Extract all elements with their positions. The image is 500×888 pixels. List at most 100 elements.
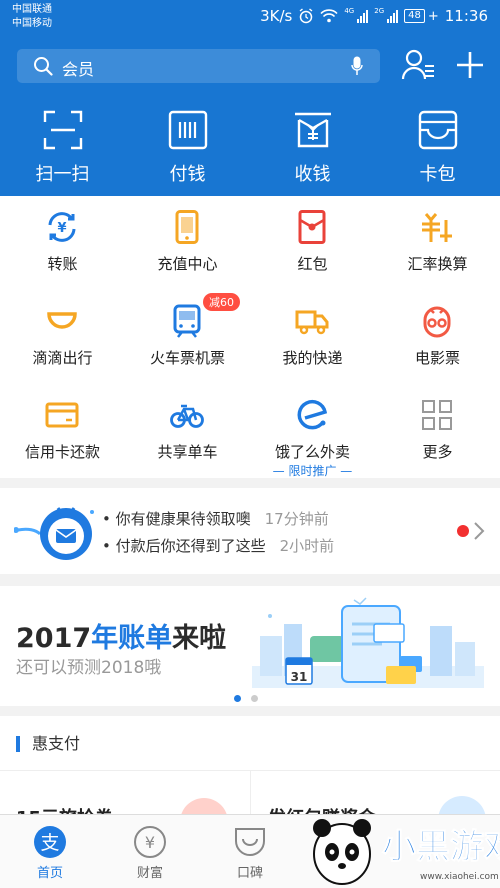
scan-label: 扫一扫 [35, 164, 90, 185]
card-wallet-icon [418, 110, 457, 150]
train-icon [173, 304, 201, 338]
app-red-packet[interactable]: 红包 [250, 196, 375, 288]
didi-icon [47, 312, 77, 329]
carousel-dot-active[interactable] [234, 695, 241, 702]
app-label: 火车票机票 [149, 349, 225, 367]
tab-label: 口碑 [236, 866, 263, 881]
app-transfer[interactable]: ¥ 转账 [0, 196, 125, 288]
scan-icon [43, 110, 82, 150]
credit-card-icon [45, 402, 79, 428]
app-recharge-center[interactable]: 充值中心 [125, 196, 250, 288]
carrier-name-1: 中国联通 [12, 4, 52, 15]
receive-money-icon [294, 112, 331, 148]
app-eleme[interactable]: 饿了么外卖 — 限时推广 — [250, 384, 375, 478]
bill-illustration: 31 [252, 597, 484, 688]
microphone-icon[interactable] [351, 56, 363, 76]
koubei-icon [235, 828, 265, 856]
card-wallet-button[interactable]: 卡包 [375, 110, 500, 186]
app-label: 滴滴出行 [32, 349, 93, 367]
delivery-truck-icon [295, 310, 329, 335]
promo-tag: — 限时推广 — [272, 464, 353, 478]
home-pay-icon: 支 [34, 826, 66, 858]
app-movie-tickets[interactable]: 电影票 [375, 290, 500, 382]
more-grid-icon [422, 400, 452, 430]
bicycle-icon [170, 404, 204, 428]
tab-koubei[interactable]: 口碑 [200, 825, 300, 881]
signal-strength-1-icon [357, 9, 369, 23]
banner-highlight: 年账单 [91, 623, 173, 654]
network-type-2: 2G [374, 7, 385, 15]
chevron-right-icon[interactable] [473, 521, 485, 541]
app-label: 更多 [422, 443, 453, 461]
red-packet-icon [298, 210, 326, 244]
transfer-icon: ¥ [48, 212, 76, 242]
app-didi[interactable]: 滴滴出行 [0, 290, 125, 382]
alarm-icon [299, 8, 313, 24]
eleme-icon [297, 399, 328, 430]
app-credit-card-repay[interactable]: 信用卡还款 [0, 384, 125, 476]
exchange-rate-icon [422, 213, 452, 242]
barcode-pay-icon [168, 110, 207, 150]
network-speed: 3K/s [260, 7, 293, 25]
charging-plus-icon: + [427, 8, 439, 24]
app-my-delivery[interactable]: 我的快递 [250, 290, 375, 382]
app-label: 信用卡还款 [24, 443, 100, 461]
unread-dot [457, 525, 469, 537]
app-train-flight[interactable]: 减60 火车票机票 [125, 290, 250, 382]
pay-button[interactable]: 付钱 [125, 110, 250, 186]
contacts-icon[interactable] [401, 48, 437, 82]
tab-label: 财富 [136, 866, 163, 881]
receive-money-button[interactable]: 收钱 [250, 110, 375, 186]
network-type-1: 4G [344, 7, 355, 15]
add-icon[interactable] [456, 51, 484, 79]
svg-text:¥: ¥ [57, 221, 66, 236]
calendar-day: 31 [291, 670, 308, 684]
app-label: 转账 [47, 255, 78, 273]
robot-mascot-icon [14, 507, 94, 560]
app-shared-bike[interactable]: 共享单车 [125, 384, 250, 476]
carousel-dot[interactable] [251, 695, 258, 702]
banner-subtitle: 还可以预测2018哦 [16, 658, 162, 678]
status-bar: 中国联通 中国移动 3K/s 4G 2G 48 + 11:36 [0, 0, 500, 34]
notification-item[interactable]: • 你有健康果待领取噢 17分钟前 [102, 508, 329, 529]
search-query: 会员 [62, 60, 95, 79]
notification-time: 17分钟前 [264, 510, 329, 528]
notification-text: 你有健康果待领取噢 [115, 510, 251, 528]
notification-text: 付款后你还得到了这些 [115, 537, 266, 555]
watermark-text: 小黑游戏 [382, 827, 500, 867]
app-label: 红包 [297, 255, 328, 273]
search-icon [34, 57, 53, 76]
app-label: 我的快递 [282, 349, 343, 367]
clock-time: 11:36 [444, 7, 488, 25]
wealth-icon: ¥ [134, 826, 166, 858]
notifications-card[interactable]: • 你有健康果待领取噢 17分钟前 • 付款后你还得到了这些 2小时前 [0, 488, 500, 574]
annual-bill-banner[interactable]: 2017年账单来啦 还可以预测2018哦 31 [0, 586, 500, 706]
app-label: 电影票 [414, 349, 460, 367]
banner-title: 2017年账单来啦 [16, 616, 226, 655]
tab-wealth[interactable]: ¥ 财富 [100, 825, 200, 881]
app-grid: ¥ 转账 充值中心 红包 汇率换算 滴滴出行 减60 火车票机票 我的快递 电影… [0, 196, 500, 478]
notification-item[interactable]: • 付款后你还得到了这些 2小时前 [102, 535, 334, 556]
app-label: 充值中心 [157, 255, 218, 273]
tab-home[interactable]: 支 首页 [0, 825, 100, 881]
movie-icon [423, 306, 451, 338]
svg-text:支: 支 [40, 832, 59, 854]
scan-button[interactable]: 扫一扫 [0, 110, 125, 186]
pay-label: 付钱 [169, 164, 206, 185]
app-exchange-rate[interactable]: 汇率换算 [375, 196, 500, 288]
signal-strength-2-icon [387, 9, 399, 23]
receive-money-label: 收钱 [294, 164, 331, 185]
app-label: 汇率换算 [407, 255, 468, 273]
banner-year: 2017 [16, 623, 92, 654]
section-title: 惠支付 [16, 736, 80, 752]
carrier-name-2: 中国移动 [12, 18, 52, 29]
phone-recharge-icon [175, 210, 199, 244]
tab-label: 首页 [36, 866, 63, 881]
card-wallet-label: 卡包 [419, 164, 456, 185]
watermark-url: www.xiaohei.com [420, 872, 499, 882]
app-more[interactable]: 更多 [375, 384, 500, 476]
notification-time: 2小时前 [279, 537, 335, 555]
search-bar[interactable]: 会员 [17, 49, 380, 83]
app-label: 饿了么外卖 [274, 443, 350, 461]
svg-text:¥: ¥ [145, 833, 155, 852]
